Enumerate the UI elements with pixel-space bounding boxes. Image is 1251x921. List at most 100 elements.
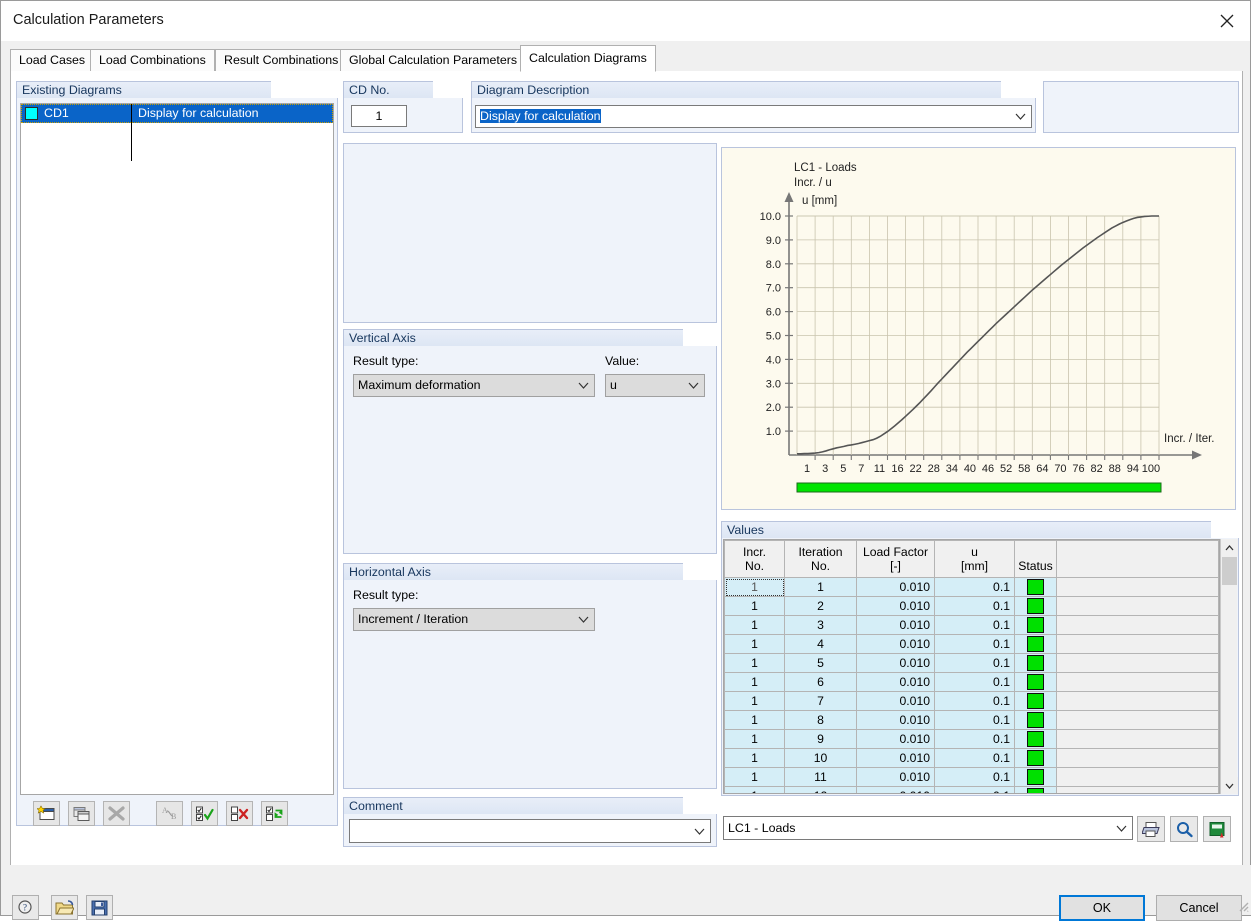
help-button[interactable]: ?	[12, 895, 39, 920]
cell-status[interactable]	[1014, 710, 1057, 730]
cell-load-factor[interactable]: 0.010	[856, 653, 935, 673]
cell-status[interactable]	[1014, 729, 1057, 749]
cell-u[interactable]: 0.1	[934, 748, 1015, 768]
cell-blank[interactable]	[1056, 748, 1219, 768]
cell-u[interactable]: 0.1	[934, 672, 1015, 692]
list-item[interactable]: CD1 Display for calculation	[21, 104, 333, 123]
scroll-up-button[interactable]	[1221, 539, 1238, 556]
rename-diagram-button[interactable]: A B	[156, 801, 183, 826]
delete-diagram-button[interactable]	[103, 801, 130, 826]
cell-u[interactable]: 0.1	[934, 653, 1015, 673]
table-row[interactable]: 1 10 0.010 0.1	[724, 748, 1219, 768]
cell-status[interactable]	[1014, 596, 1057, 616]
cell-load-factor[interactable]: 0.010	[856, 615, 935, 635]
cell-iteration-no[interactable]: 1	[784, 577, 857, 597]
column-header-status[interactable]: Status	[1014, 540, 1057, 578]
deselect-all-button[interactable]	[226, 801, 253, 826]
cell-blank[interactable]	[1056, 691, 1219, 711]
cell-blank[interactable]	[1056, 786, 1219, 793]
cell-incr-no[interactable]: 1	[724, 691, 785, 711]
cell-load-factor[interactable]: 0.010	[856, 596, 935, 616]
cell-u[interactable]: 0.1	[934, 786, 1015, 793]
cell-incr-no[interactable]: 1	[724, 729, 785, 749]
invert-selection-button[interactable]	[261, 801, 288, 826]
values-table[interactable]: Incr. No. Iteration No. Load Factor [-] u [m…	[723, 539, 1220, 794]
tab-calculation-diagrams[interactable]: Calculation Diagrams	[520, 45, 656, 72]
table-row[interactable]: 1 5 0.010 0.1	[724, 653, 1219, 673]
open-file-button[interactable]	[51, 895, 78, 920]
cell-iteration-no[interactable]: 10	[784, 748, 857, 768]
values-table-scrollbar[interactable]	[1220, 539, 1238, 794]
cell-incr-no[interactable]: 1	[724, 634, 785, 654]
cell-blank[interactable]	[1056, 767, 1219, 787]
cell-incr-no[interactable]: 1	[724, 710, 785, 730]
cell-load-factor[interactable]: 0.010	[856, 786, 935, 793]
cell-u[interactable]: 0.1	[934, 577, 1015, 597]
load-case-combo[interactable]: LC1 - Loads	[723, 816, 1133, 840]
cell-blank[interactable]	[1056, 729, 1219, 749]
cell-u[interactable]: 0.1	[934, 710, 1015, 730]
close-icon[interactable]	[1204, 1, 1250, 41]
copy-diagram-button[interactable]	[68, 801, 95, 826]
table-row[interactable]: 1 1 0.010 0.1	[724, 577, 1219, 597]
cell-status[interactable]	[1014, 786, 1057, 793]
table-row[interactable]: 1 6 0.010 0.1	[724, 672, 1219, 692]
existing-diagrams-list[interactable]: CD1 Display for calculation	[20, 103, 334, 795]
cell-incr-no[interactable]: 1	[724, 615, 785, 635]
ok-button[interactable]: OK	[1059, 895, 1145, 921]
cell-load-factor[interactable]: 0.010	[856, 672, 935, 692]
cell-iteration-no[interactable]: 3	[784, 615, 857, 635]
cell-load-factor[interactable]: 0.010	[856, 748, 935, 768]
cell-status[interactable]	[1014, 634, 1057, 654]
cell-status[interactable]	[1014, 691, 1057, 711]
column-header-iteration-no[interactable]: Iteration No.	[784, 540, 857, 578]
cell-u[interactable]: 0.1	[934, 691, 1015, 711]
cell-load-factor[interactable]: 0.010	[856, 634, 935, 654]
cell-incr-no[interactable]: 1	[724, 748, 785, 768]
zoom-button[interactable]	[1170, 816, 1198, 842]
diagram-description-combo[interactable]: Display for calculation	[475, 105, 1032, 128]
cell-load-factor[interactable]: 0.010	[856, 710, 935, 730]
table-row[interactable]: 1 3 0.010 0.1	[724, 615, 1219, 635]
cell-load-factor[interactable]: 0.010	[856, 767, 935, 787]
cell-incr-no[interactable]: 1	[724, 786, 785, 793]
cell-blank[interactable]	[1056, 577, 1219, 597]
cell-iteration-no[interactable]: 4	[784, 634, 857, 654]
cell-load-factor[interactable]: 0.010	[856, 691, 935, 711]
tab-global-calculation-parameters[interactable]: Global Calculation Parameters	[340, 49, 527, 71]
cell-u[interactable]: 0.1	[934, 729, 1015, 749]
tab-load-cases[interactable]: Load Cases	[10, 49, 95, 71]
cell-iteration-no[interactable]: 7	[784, 691, 857, 711]
export-excel-button[interactable]	[1203, 816, 1231, 842]
cell-iteration-no[interactable]: 2	[784, 596, 857, 616]
cell-blank[interactable]	[1056, 710, 1219, 730]
cell-iteration-no[interactable]: 9	[784, 729, 857, 749]
cell-incr-no[interactable]: 1	[724, 577, 785, 597]
tab-load-combinations[interactable]: Load Combinations	[90, 49, 215, 71]
cell-u[interactable]: 0.1	[934, 767, 1015, 787]
table-row[interactable]: 1 4 0.010 0.1	[724, 634, 1219, 654]
cell-status[interactable]	[1014, 672, 1057, 692]
column-header-incr-no[interactable]: Incr. No.	[724, 540, 785, 578]
cell-iteration-no[interactable]: 8	[784, 710, 857, 730]
cell-iteration-no[interactable]: 12	[784, 786, 857, 793]
cell-status[interactable]	[1014, 615, 1057, 635]
table-row[interactable]: 1 9 0.010 0.1	[724, 729, 1219, 749]
print-button[interactable]	[1137, 816, 1165, 842]
table-row[interactable]: 1 7 0.010 0.1	[724, 691, 1219, 711]
cell-u[interactable]: 0.1	[934, 634, 1015, 654]
cell-status[interactable]	[1014, 653, 1057, 673]
table-row[interactable]: 1 8 0.010 0.1	[724, 710, 1219, 730]
resize-grip[interactable]	[1234, 897, 1250, 913]
calculation-diagram-chart[interactable]: LC1 - Loads Incr. / u u [mm] 10.0 9.0 8.0 7.0 6…	[721, 147, 1236, 510]
cell-status[interactable]	[1014, 577, 1057, 597]
cell-iteration-no[interactable]: 11	[784, 767, 857, 787]
column-header-blank[interactable]	[1056, 540, 1219, 578]
cell-iteration-no[interactable]: 6	[784, 672, 857, 692]
select-all-button[interactable]	[191, 801, 218, 826]
cell-iteration-no[interactable]: 5	[784, 653, 857, 673]
cell-blank[interactable]	[1056, 653, 1219, 673]
cell-load-factor[interactable]: 0.010	[856, 729, 935, 749]
tab-result-combinations[interactable]: Result Combinations	[215, 49, 348, 71]
horizontal-axis-result-type-combo[interactable]: Increment / Iteration	[353, 608, 595, 631]
